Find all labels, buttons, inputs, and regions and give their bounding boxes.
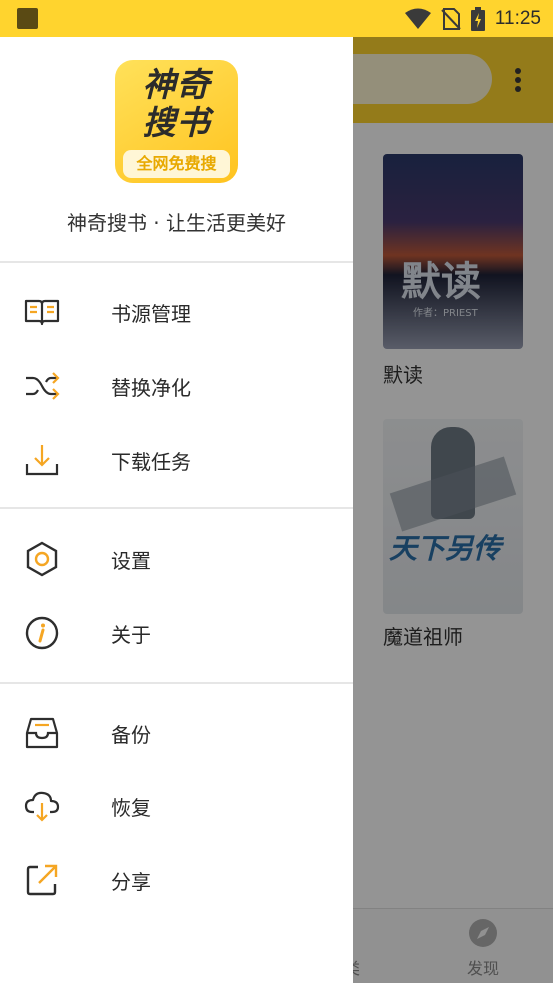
menu-label: 替换净化 (111, 376, 191, 400)
no-sim-icon (441, 7, 461, 30)
navigation-drawer: 神奇 搜书 全网免费搜 神奇搜书 · 让生活更美好 书源管理 替换净化 下载任务… (0, 37, 353, 983)
download-icon (24, 442, 60, 478)
menu-item-backup[interactable]: 备份 (0, 702, 353, 762)
settings-hexagon-icon (24, 541, 60, 577)
menu-label: 分享 (111, 870, 151, 894)
inbox-tray-icon (24, 715, 60, 751)
menu-item-book-sources[interactable]: 书源管理 (0, 281, 353, 341)
menu-item-download-tasks[interactable]: 下载任务 (0, 429, 353, 489)
app-logo: 神奇 搜书 全网免费搜 (115, 60, 238, 183)
menu-label: 下载任务 (111, 450, 191, 474)
divider (0, 682, 353, 684)
menu-label: 备份 (111, 723, 151, 747)
menu-label: 关于 (111, 623, 151, 647)
notification-icon (17, 8, 38, 29)
divider (0, 261, 353, 263)
menu-item-restore[interactable]: 恢复 (0, 775, 353, 835)
logo-badge: 全网免费搜 (123, 150, 230, 178)
status-bar: 11:25 (0, 0, 553, 37)
share-icon (24, 862, 60, 898)
clock: 11:25 (494, 7, 541, 29)
wifi-icon (404, 8, 431, 30)
info-icon (24, 615, 60, 651)
tagline: 神奇搜书 · 让生活更美好 (66, 211, 287, 235)
menu-item-replace-purify[interactable]: 替换净化 (0, 355, 353, 415)
menu-item-share[interactable]: 分享 (0, 849, 353, 909)
menu-item-settings[interactable]: 设置 (0, 528, 353, 588)
menu-item-about[interactable]: 关于 (0, 602, 353, 662)
logo-text: 神奇 搜书 (142, 65, 211, 142)
battery-charging-icon (470, 6, 485, 31)
divider (0, 507, 353, 509)
shuffle-icon (24, 368, 60, 404)
menu-label: 书源管理 (111, 302, 191, 326)
menu-label: 设置 (111, 549, 151, 573)
book-open-icon (24, 294, 60, 330)
menu-label: 恢复 (111, 796, 151, 820)
cloud-download-icon (24, 788, 60, 824)
